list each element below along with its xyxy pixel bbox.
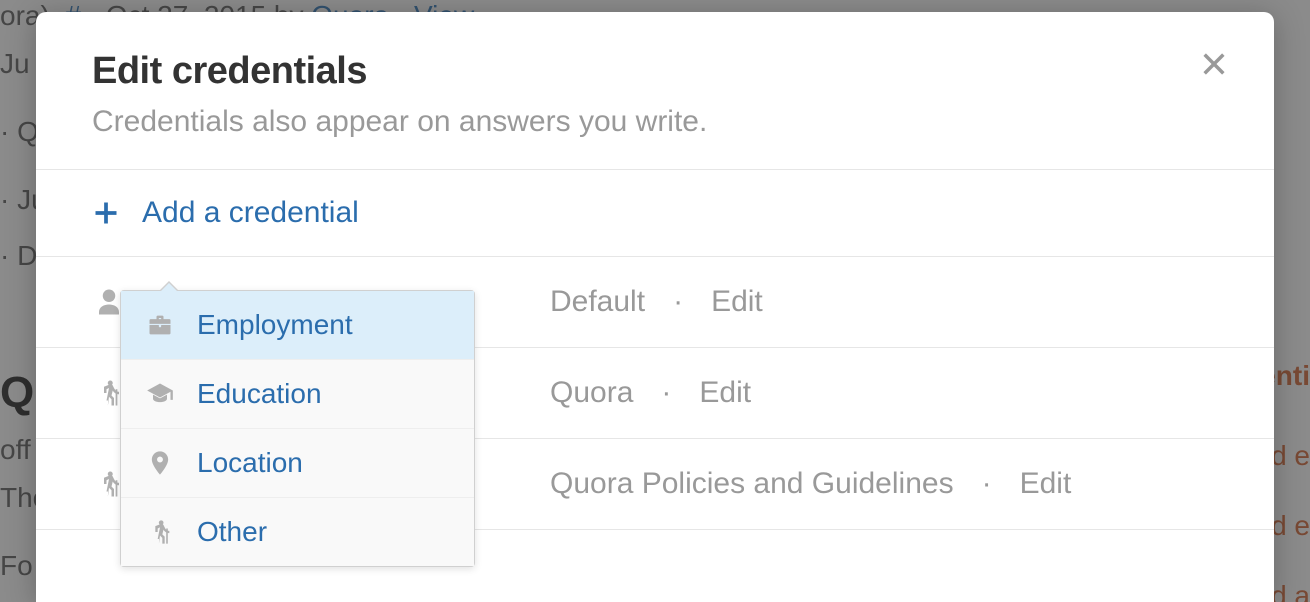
dropdown-item-other[interactable]: Other (121, 498, 474, 566)
edit-link[interactable]: Edit (1020, 467, 1072, 501)
credential-tag: Default (550, 285, 645, 319)
dropdown-item-label: Employment (197, 309, 353, 341)
credential-type-dropdown: Employment Education Location Other (120, 290, 475, 567)
modal-header: Edit credentials Credentials also appear… (36, 12, 1274, 170)
credential-tag: Quora Policies and Guidelines (550, 467, 954, 501)
dropdown-item-education[interactable]: Education (121, 360, 474, 429)
modal-subtitle: Credentials also appear on answers you w… (92, 105, 1218, 139)
add-credential-label: Add a credential (142, 196, 359, 230)
separator-dot: · (673, 285, 683, 319)
separator-dot: · (982, 467, 992, 501)
dropdown-item-label: Location (197, 447, 303, 479)
close-button[interactable] (1196, 46, 1232, 82)
close-icon (1200, 50, 1228, 78)
graduation-cap-icon (145, 379, 175, 409)
walker-icon (145, 517, 175, 547)
add-credential-button[interactable]: Add a credential (36, 170, 1274, 257)
credential-tag: Quora (550, 376, 633, 410)
dropdown-item-label: Other (197, 516, 267, 548)
separator-dot: · (661, 376, 671, 410)
dropdown-item-employment[interactable]: Employment (121, 291, 474, 360)
briefcase-icon (145, 310, 175, 340)
dropdown-item-location[interactable]: Location (121, 429, 474, 498)
modal-title: Edit credentials (92, 50, 1218, 93)
dropdown-item-label: Education (197, 378, 322, 410)
plus-icon (92, 199, 120, 227)
edit-link[interactable]: Edit (711, 285, 763, 319)
edit-link[interactable]: Edit (699, 376, 751, 410)
location-pin-icon (145, 448, 175, 478)
